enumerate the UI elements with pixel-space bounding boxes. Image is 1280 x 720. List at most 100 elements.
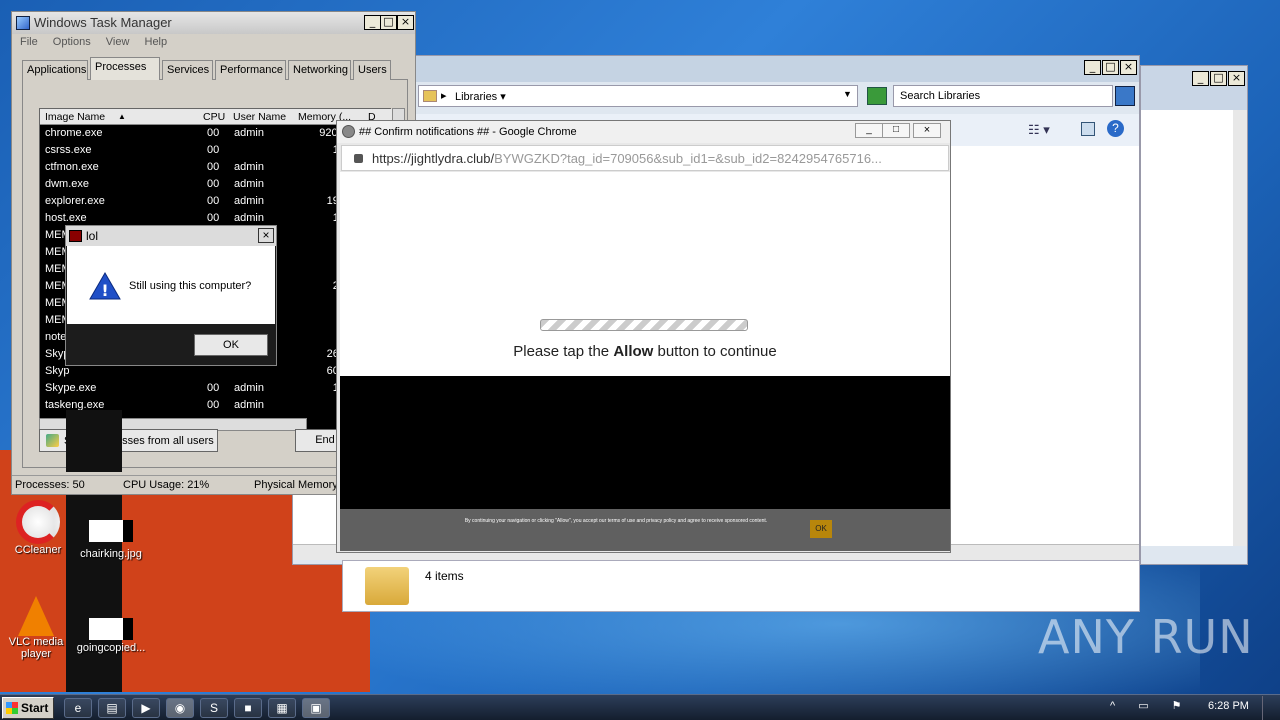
- minimize-button[interactable]: _: [1084, 60, 1101, 75]
- process-cpu: 00: [207, 127, 220, 139]
- tab-networking[interactable]: Networking: [288, 60, 351, 80]
- process-cpu: 00: [207, 178, 220, 190]
- process-cpu: 00: [207, 161, 220, 173]
- process-user: admin: [234, 212, 264, 224]
- minimize-button[interactable]: _: [855, 123, 883, 138]
- physical-memory: Physical Memory:: [254, 479, 341, 491]
- process-name: explorer.exe: [45, 195, 105, 207]
- desktop-icon-chairking[interactable]: chairking.jpg: [73, 520, 149, 560]
- libraries-folder-icon: [365, 567, 409, 605]
- allow-prompt: Please tap the Allow button to continue: [513, 343, 777, 360]
- tab-performance[interactable]: Performance: [215, 60, 286, 80]
- glitch-overlay: [66, 410, 122, 472]
- process-name: Skyp: [45, 365, 70, 377]
- minimize-button[interactable]: _: [364, 15, 381, 30]
- cpu-usage: CPU Usage: 21%: [123, 479, 210, 491]
- dialog-taskbar-icon[interactable]: ▣: [302, 698, 330, 718]
- chrome-window[interactable]: ## Confirm notifications ## - Google Chr…: [336, 120, 951, 553]
- progress-bar: [540, 319, 748, 331]
- help-icon[interactable]: ?: [1107, 120, 1124, 137]
- lock-icon: [354, 154, 363, 163]
- cookie-ok-button[interactable]: OK: [810, 520, 832, 538]
- dropdown-icon[interactable]: ▼: [843, 89, 852, 99]
- task-manager-icon: [16, 16, 30, 30]
- chrome-icon[interactable]: ◉: [166, 698, 194, 718]
- ccleaner-icon: [16, 500, 60, 544]
- process-cpu: 00: [207, 382, 220, 394]
- start-button[interactable]: Start: [2, 697, 54, 719]
- close-button[interactable]: ×: [258, 228, 274, 243]
- view-options-icon[interactable]: ☷ ▾: [1028, 122, 1050, 138]
- ok-button[interactable]: OK: [194, 334, 268, 356]
- process-cpu: 00: [207, 399, 220, 411]
- dialog-title-bar[interactable]: lol ×: [66, 226, 276, 246]
- svg-text:!: !: [101, 281, 108, 300]
- process-cpu: 00: [207, 195, 220, 207]
- close-button[interactable]: ×: [913, 123, 941, 138]
- folder-icon: [423, 90, 437, 102]
- menu-help[interactable]: Help: [145, 36, 168, 48]
- process-user: admin: [234, 195, 264, 207]
- details-pane: 4 items: [342, 560, 1140, 612]
- warning-icon: !: [89, 272, 121, 300]
- explorer-icon[interactable]: ▤: [98, 698, 126, 718]
- process-user: admin: [234, 399, 264, 411]
- windows-logo-icon: [6, 702, 18, 714]
- skype-icon[interactable]: S: [200, 698, 228, 718]
- close-button[interactable]: ×: [397, 15, 414, 30]
- breadcrumb[interactable]: Libraries: [455, 91, 497, 103]
- tab-applications[interactable]: Applications: [22, 60, 88, 80]
- explorer-window-background[interactable]: _ □ ×: [1140, 65, 1248, 565]
- processes-count: Processes: 50: [15, 479, 85, 491]
- process-cpu: 00: [207, 144, 220, 156]
- desktop-icon-goingcopied[interactable]: goingcopied...: [73, 618, 149, 654]
- col-cpu[interactable]: CPU: [203, 111, 225, 123]
- media-player-icon[interactable]: ▶: [132, 698, 160, 718]
- tab-services[interactable]: Services: [162, 60, 213, 80]
- tray-icons[interactable]: ^ ▭ ⚑: [1110, 699, 1192, 712]
- menu-bar: File Options View Help: [20, 36, 179, 48]
- process-user: admin: [234, 161, 264, 173]
- black-area: [340, 376, 950, 509]
- item-count: 4 items: [425, 569, 464, 583]
- show-desktop-button[interactable]: [1262, 696, 1278, 720]
- dialog-body: ! Still using this computer?: [67, 246, 275, 324]
- maximize-button[interactable]: □: [1102, 60, 1119, 75]
- menu-view[interactable]: View: [106, 36, 130, 48]
- app-icon: [69, 230, 82, 242]
- col-image-name[interactable]: Image Name: [45, 111, 105, 123]
- file-icon: [89, 618, 133, 640]
- close-button[interactable]: ×: [1120, 60, 1137, 75]
- desktop-icon-ccleaner[interactable]: CCleaner: [0, 500, 76, 556]
- process-name: host.exe: [45, 212, 87, 224]
- dialog-title: lol: [86, 229, 99, 243]
- uac-shield-icon: [46, 434, 59, 447]
- process-name: note: [45, 331, 67, 343]
- search-icon[interactable]: [1115, 86, 1135, 106]
- cookie-banner: By continuing your navigation or clickin…: [340, 509, 950, 551]
- process-name: csrss.exe: [45, 144, 92, 156]
- lol-dialog[interactable]: lol × ! Still using this computer? OK: [65, 225, 277, 366]
- window-title: ## Confirm notifications ## - Google Chr…: [359, 126, 577, 138]
- tab-processes[interactable]: Processes: [90, 57, 160, 80]
- search-input[interactable]: Search Libraries: [893, 85, 1113, 107]
- globe-icon: [342, 125, 355, 138]
- address-bar[interactable]: ▸ Libraries ▾: [418, 85, 858, 107]
- col-user-name[interactable]: User Name: [233, 111, 286, 123]
- maximize-button[interactable]: □: [380, 15, 397, 30]
- refresh-icon[interactable]: [867, 87, 887, 105]
- clock[interactable]: 6:28 PM: [1208, 700, 1249, 712]
- process-cpu: 00: [207, 212, 220, 224]
- memz-icon[interactable]: ■: [234, 698, 262, 718]
- url-bar[interactable]: https://jightlydra.club/BYWGZKD?tag_id=7…: [341, 145, 949, 171]
- menu-options[interactable]: Options: [53, 36, 91, 48]
- dialog-message: Still using this computer?: [129, 280, 252, 292]
- ie-icon[interactable]: e: [64, 698, 92, 718]
- preview-pane-icon[interactable]: [1081, 122, 1095, 136]
- window-title-bar[interactable]: Windows Task Manager: [12, 12, 415, 34]
- tab-users[interactable]: Users: [353, 60, 391, 80]
- desktop-icon-vlc[interactable]: VLC media player: [0, 596, 74, 660]
- task-manager-taskbar-icon[interactable]: ▦: [268, 698, 296, 718]
- menu-file[interactable]: File: [20, 36, 38, 48]
- maximize-button[interactable]: □: [882, 123, 910, 138]
